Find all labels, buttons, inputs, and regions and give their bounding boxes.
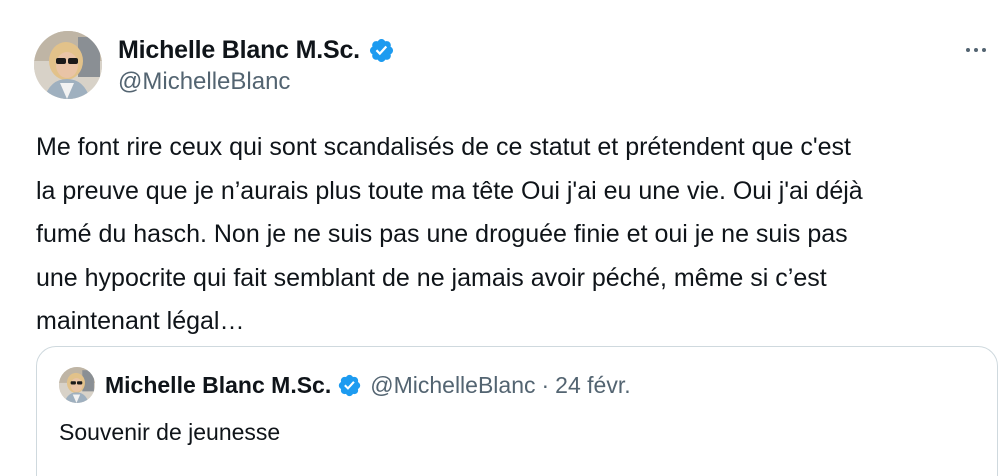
more-options-button[interactable] (956, 36, 996, 64)
quoted-tweet-header: Michelle Blanc M.Sc. @MichelleBlanc · 24… (59, 367, 631, 403)
more-dot (982, 48, 986, 52)
author-name-row: Michelle Blanc M.Sc. (118, 33, 395, 67)
quoted-author-name[interactable]: Michelle Blanc M.Sc. (105, 372, 331, 399)
quoted-author-avatar[interactable] (59, 367, 95, 403)
author-display-name[interactable]: Michelle Blanc M.Sc. (118, 36, 360, 65)
profile-photo-icon (34, 31, 102, 99)
tweet-text: Me font rire ceux qui sont scandalisés d… (36, 133, 863, 335)
tweet-card: Michelle Blanc M.Sc. @MichelleBlanc Me f… (0, 0, 1006, 476)
verified-badge-icon (339, 374, 361, 396)
quoted-tweet-text: Souvenir de jeunesse (59, 419, 281, 445)
more-dot (974, 48, 978, 52)
separator-dot: · (541, 371, 550, 398)
profile-photo-icon (59, 367, 95, 403)
quoted-tweet[interactable]: Michelle Blanc M.Sc. @MichelleBlanc · 24… (36, 346, 998, 476)
verified-badge-icon[interactable] (368, 37, 395, 64)
more-horizontal-icon (966, 48, 970, 52)
quoted-tweet-date[interactable]: 24 févr. (555, 372, 630, 399)
author-avatar[interactable] (34, 31, 102, 99)
quoted-author-handle[interactable]: @MichelleBlanc (370, 372, 535, 399)
author-handle[interactable]: @MichelleBlanc (118, 68, 290, 96)
